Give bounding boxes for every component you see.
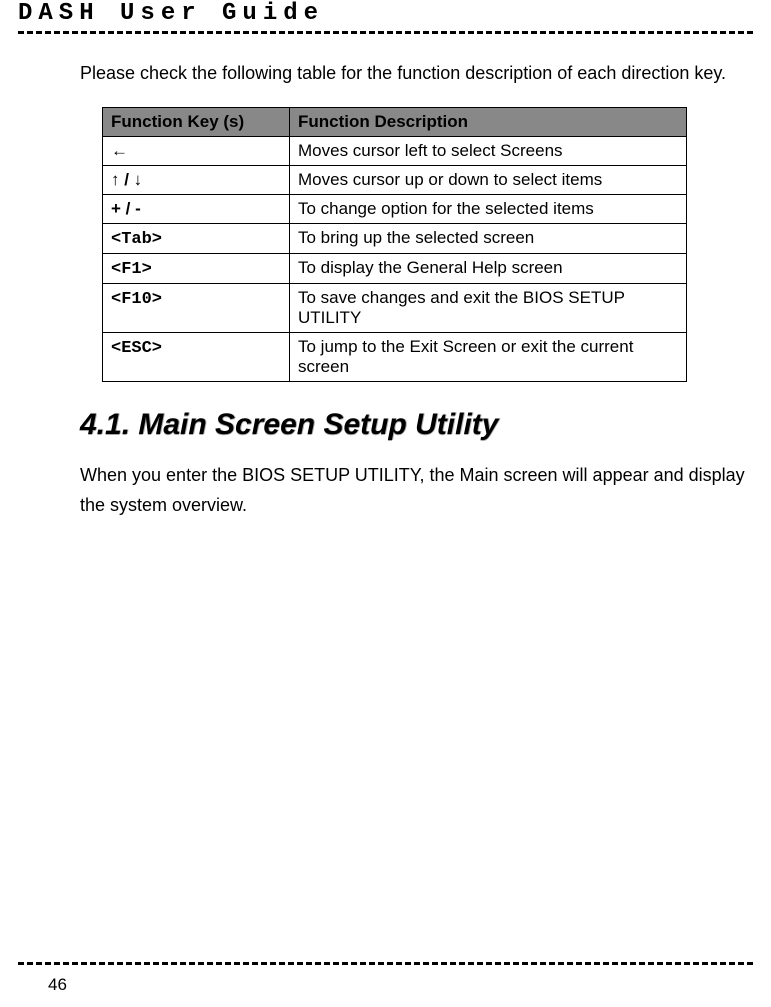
desc-cell: To bring up the selected screen	[290, 223, 687, 253]
key-mono: <ESC>	[111, 339, 162, 358]
table-row: ↑ / ↓ Moves cursor up or down to select …	[103, 165, 687, 194]
key-cell: <F10>	[103, 283, 290, 332]
desc-cell: To display the General Help screen	[290, 253, 687, 283]
key-mono: <F1>	[111, 260, 152, 279]
key-cell: + / -	[103, 194, 290, 223]
key-cell: <ESC>	[103, 332, 290, 381]
key-mono: <F10>	[111, 290, 162, 309]
desc-cell: To jump to the Exit Screen or exit the c…	[290, 332, 687, 381]
table-header-keys: Function Key (s)	[103, 107, 290, 136]
divider-bottom	[18, 962, 753, 965]
key-cell: <Tab>	[103, 223, 290, 253]
table-row: <F10> To save changes and exit the BIOS …	[103, 283, 687, 332]
page: DASH User Guide Please check the followi…	[0, 0, 771, 1007]
table-row: + / - To change option for the selected …	[103, 194, 687, 223]
desc-cell: Moves cursor up or down to select items	[290, 165, 687, 194]
document-title: DASH User Guide	[18, 0, 753, 29]
page-number: 46	[48, 975, 67, 995]
desc-cell: To change option for the selected items	[290, 194, 687, 223]
function-key-table: Function Key (s) Function Description ← …	[102, 107, 687, 382]
content-area: Please check the following table for the…	[18, 58, 753, 521]
key-cell: ←	[103, 136, 290, 165]
key-mono: <Tab>	[111, 230, 162, 249]
key-cell: ↑ / ↓	[103, 165, 290, 194]
desc-cell: Moves cursor left to select Screens	[290, 136, 687, 165]
divider-top	[18, 31, 753, 34]
table-row: <ESC> To jump to the Exit Screen or exit…	[103, 332, 687, 381]
table-header-desc: Function Description	[290, 107, 687, 136]
section-body: When you enter the BIOS SETUP UTILITY, t…	[80, 460, 749, 521]
intro-paragraph: Please check the following table for the…	[80, 58, 749, 89]
table-row: <F1> To display the General Help screen	[103, 253, 687, 283]
key-cell: <F1>	[103, 253, 290, 283]
desc-cell: To save changes and exit the BIOS SETUP …	[290, 283, 687, 332]
table-row: <Tab> To bring up the selected screen	[103, 223, 687, 253]
table-header-row: Function Key (s) Function Description	[103, 107, 687, 136]
table-row: ← Moves cursor left to select Screens	[103, 136, 687, 165]
section-heading: 4.1. Main Screen Setup Utility	[80, 408, 749, 442]
